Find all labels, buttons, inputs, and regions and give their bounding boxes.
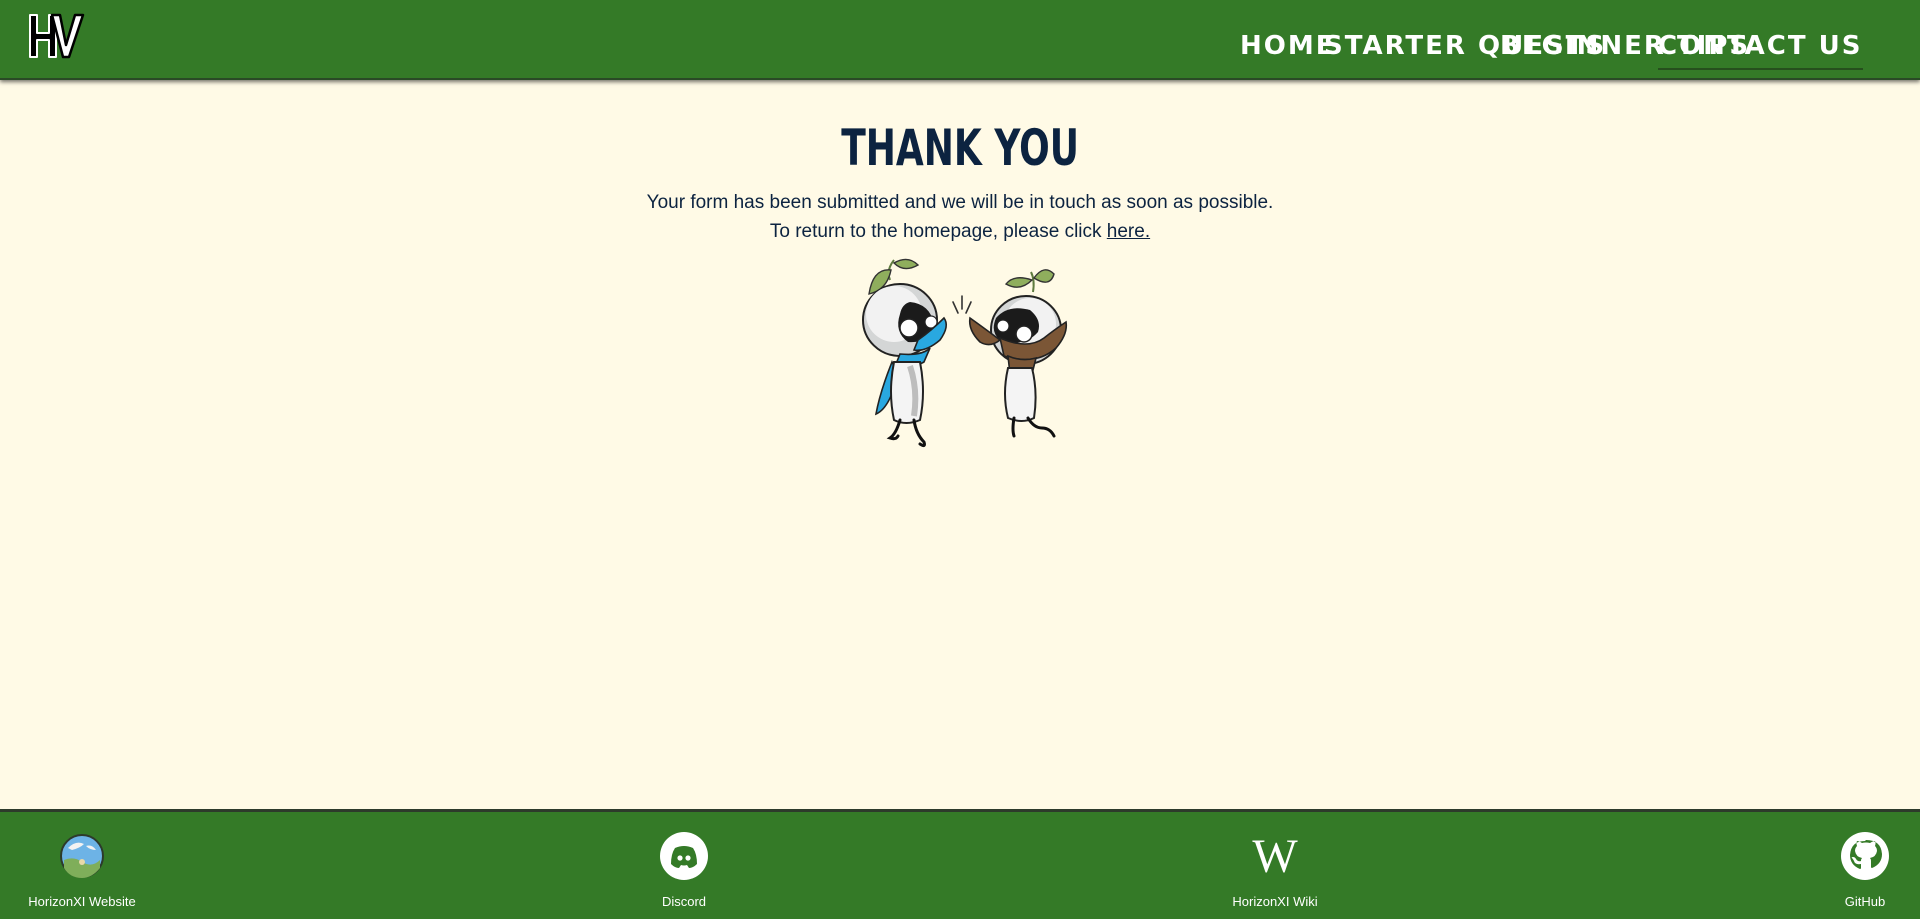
submitted-message: Your form has been submitted and we will… [646,192,1274,213]
discord-icon [660,832,708,880]
github-icon [1841,832,1889,880]
svg-text:W: W [1252,832,1298,880]
footer-label-github: GitHub [1844,894,1886,909]
footer-link-discord[interactable]: Discord [604,832,764,910]
site-footer: HorizonXI Website Discord W HorizonXI Wi… [0,809,1920,919]
footer-label-discord: Discord [661,894,707,909]
footer-link-horizonxi-wiki[interactable]: W HorizonXI Wiki [1195,832,1355,910]
nav-home[interactable]: HOME [1240,26,1336,68]
homepage-link[interactable]: here. [1107,221,1150,242]
footer-label-horizonxi-website: HorizonXI Website [28,894,136,909]
page: HOME STARTER QUESTS BEGINNER TIPS CONTAC… [0,0,1920,919]
horizon-hv-logo-icon[interactable] [28,12,86,60]
main-nav: HOME STARTER QUESTS BEGINNER TIPS CONTAC… [1240,26,1888,70]
return-message-text: To return to the homepage, please click [769,221,1107,242]
site-header: HOME STARTER QUESTS BEGINNER TIPS CONTAC… [0,0,1920,80]
wikipedia-w-icon: W [1252,832,1298,880]
page-title-text: THANK YOU [841,119,1079,177]
mandragora-high-five-illustration [862,258,1068,448]
page-title: THANK YOU [0,118,1920,178]
horizonxi-globe-icon [60,834,104,878]
nav-contact-us[interactable]: CONTACT US [1658,26,1863,70]
footer-link-github[interactable]: GitHub [1785,832,1920,910]
return-message: To return to the homepage, please click … [0,217,1920,246]
footer-link-horizonxi-website[interactable]: HorizonXI Website [2,832,162,910]
footer-label-horizonxi-wiki: HorizonXI Wiki [1232,894,1318,909]
